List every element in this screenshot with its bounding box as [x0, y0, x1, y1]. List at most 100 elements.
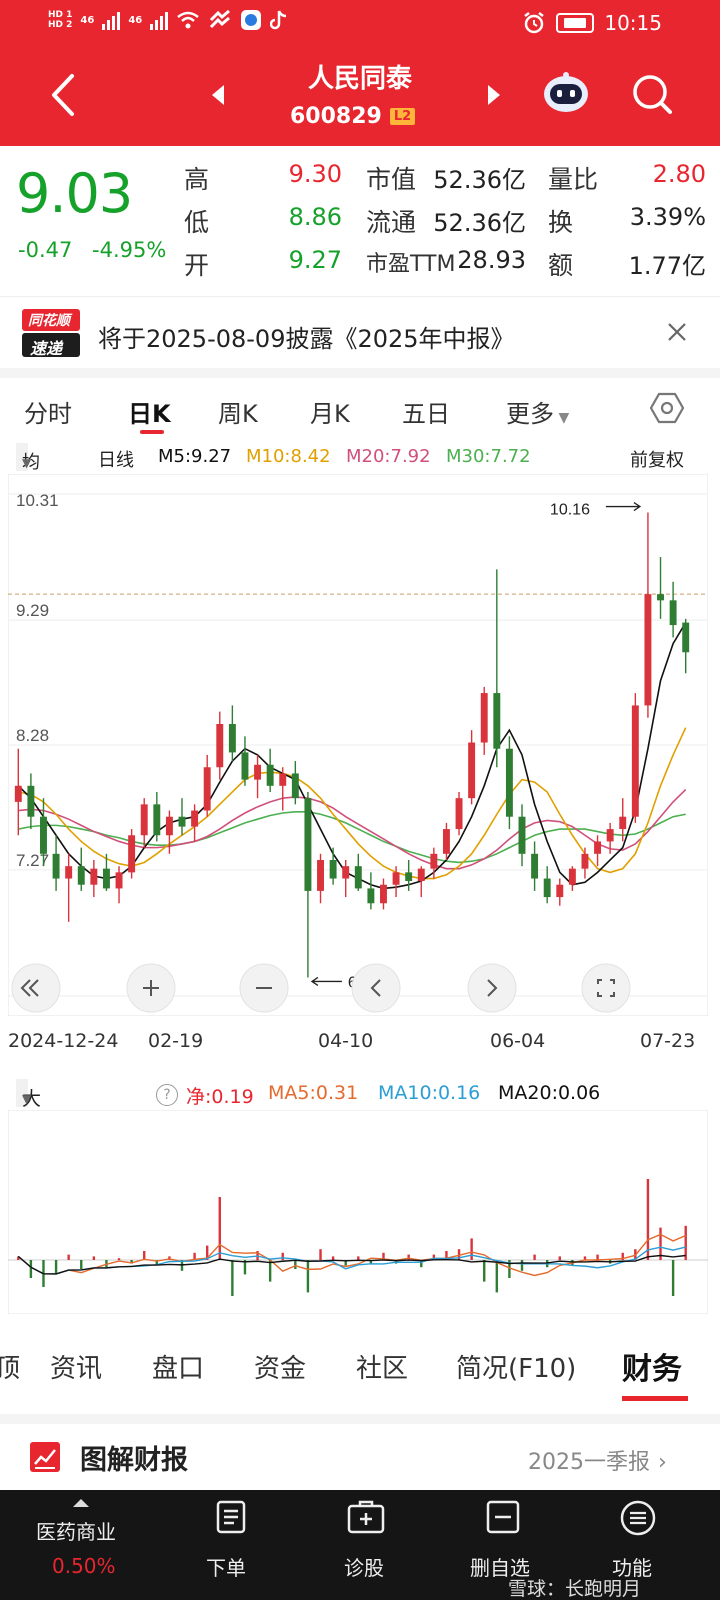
candle-body	[505, 748, 513, 817]
tab-news[interactable]: 资讯	[50, 1348, 102, 1385]
flow-bar	[495, 1260, 499, 1293]
stock-code-row: 600829 L2	[290, 104, 416, 129]
help-icon[interactable]: ?	[156, 1084, 178, 1106]
flow-ma10-value: MA10:0.16	[378, 1082, 481, 1104]
float-value: 52.36亿	[433, 209, 526, 237]
flow-bar	[92, 1256, 96, 1260]
search-icon[interactable]	[630, 72, 674, 116]
caret-down-icon: ▼	[554, 410, 570, 426]
zoom-out-button[interactable]	[239, 963, 289, 1013]
fullscreen-button[interactable]	[581, 963, 631, 1013]
candle-body	[254, 764, 262, 780]
stock-code: 600829	[290, 104, 382, 129]
tab-f10[interactable]: 简况(F10)	[456, 1348, 576, 1385]
candle-body	[329, 859, 337, 879]
app-icon	[241, 10, 262, 30]
flow-legend-bar: 大单净量 ▼ ? 净:0.19 MA5:0.31 MA10:0.16 MA20:…	[0, 1076, 720, 1194]
candle-body	[354, 866, 362, 889]
candle-body	[568, 868, 576, 885]
candle-body	[203, 767, 211, 811]
tab-monthly-k[interactable]: 月K	[310, 394, 350, 429]
settings-hexagon-icon[interactable]	[650, 392, 684, 424]
candle-body	[405, 872, 413, 882]
y-tick-label: 9.29	[16, 601, 49, 620]
tab-five-day[interactable]: 五日	[402, 394, 450, 429]
signal-icon	[102, 10, 121, 30]
notice-text: 将于2025-08-09披露《2025年中报》	[98, 325, 515, 353]
tab-community[interactable]: 社区	[356, 1348, 408, 1385]
tab-finance[interactable]: 财务	[622, 1344, 682, 1388]
scroll-start-button[interactable]	[11, 963, 61, 1013]
candle-body	[52, 853, 60, 879]
adjust-mode[interactable]: 前复权	[630, 446, 684, 472]
flow-chart[interactable]	[8, 1110, 708, 1314]
order-button[interactable]: 下单	[196, 1490, 266, 1600]
flow-net-value: 净:0.19	[186, 1086, 254, 1108]
candle-body	[455, 798, 463, 830]
flow-bar	[54, 1260, 58, 1275]
info-tabs: 顶 资讯 盘口 资金 社区 简况(F10) 财务	[0, 1330, 720, 1401]
sector-button[interactable]: 医药商业 0.50%	[0, 1490, 170, 1600]
scroll-left-button[interactable]	[351, 963, 401, 1013]
flow-bar	[684, 1225, 687, 1260]
flow-bar	[331, 1256, 335, 1260]
candle	[631, 693, 639, 823]
indicator-dropdown[interactable]: 均线 ▼	[16, 443, 40, 501]
ma-legend-bar: 均线 ▼ 日线 M5:9.27 M10:8.42 M20:7.92 M30:7.…	[0, 440, 720, 501]
tab-capital[interactable]: 资金	[254, 1348, 306, 1385]
candle-body	[216, 723, 224, 768]
report-title: 图解财报	[80, 1445, 188, 1476]
candle-body	[128, 835, 136, 873]
tab-orderbook[interactable]: 盘口	[152, 1348, 204, 1385]
tab-daily-k[interactable]: 日K	[128, 394, 171, 429]
y-tick-label: 10.31	[16, 491, 59, 510]
control-circle	[581, 963, 631, 1013]
high-label: 高	[184, 165, 210, 194]
candle-body	[682, 622, 690, 653]
candle-body	[631, 705, 639, 817]
flow-frame	[8, 1110, 708, 1314]
price-change-pct: -4.95%	[92, 238, 167, 262]
report-period[interactable]: 2025一季报 ›	[528, 1444, 667, 1476]
turnover-label: 换	[548, 208, 574, 237]
flow-bar	[231, 1260, 234, 1296]
candle-body	[657, 594, 664, 601]
diagnose-label: 诊股	[344, 1556, 384, 1580]
flow-bar	[407, 1254, 410, 1260]
candle-body	[304, 798, 312, 891]
close-icon[interactable]	[666, 321, 688, 343]
candle-body	[27, 785, 35, 817]
candlestick-chart[interactable]: 10.319.298.287.276.25 10.166.40	[8, 474, 708, 1016]
candle-body	[14, 785, 22, 802]
tab-more[interactable]: 更多 ▼	[506, 394, 569, 429]
ma10-value: M10:8.42	[246, 446, 331, 467]
volratio-label: 量比	[548, 165, 599, 194]
logo-bottom-text: 速递	[30, 339, 63, 358]
battery-icon	[556, 13, 595, 33]
diagnose-button[interactable]: 诊股	[334, 1490, 404, 1600]
next-stock-button[interactable]	[484, 84, 504, 106]
zoom-in-button[interactable]	[126, 963, 176, 1013]
candle-body	[518, 816, 526, 854]
report-row[interactable]: 图解财报 2025一季报 ›	[0, 1414, 720, 1478]
pe-value: 28.93	[457, 246, 526, 274]
scroll-right-button[interactable]	[467, 963, 517, 1013]
tab-partial[interactable]: 顶	[0, 1348, 20, 1385]
tab-weekly-k[interactable]: 周K	[218, 394, 258, 429]
flow-bar	[281, 1252, 284, 1260]
flow-bar	[268, 1260, 272, 1282]
notice-bar[interactable]: 同花顺 速递 将于2025-08-09披露《2025年中报》	[0, 296, 720, 368]
candle-body	[468, 742, 476, 799]
robot-assistant-icon[interactable]	[542, 72, 590, 114]
level2-badge: L2	[389, 108, 416, 125]
tab-intraday[interactable]: 分时	[24, 394, 72, 429]
pe-label: 市盈TTM	[366, 252, 456, 277]
control-circle	[351, 963, 401, 1013]
candle-body	[165, 816, 173, 836]
sector-change: 0.50%	[52, 1554, 116, 1578]
logo-top-text: 同花顺	[28, 313, 70, 329]
flow-bar	[29, 1260, 33, 1278]
quote-panel: 9.03 -0.47 -4.95% 高 9.30 低 8.86 开 9.27 市…	[0, 146, 720, 296]
caret-down-icon: ▼	[22, 1092, 32, 1106]
flow-indicator-dropdown[interactable]: 大单净量 ▼	[16, 1079, 41, 1194]
